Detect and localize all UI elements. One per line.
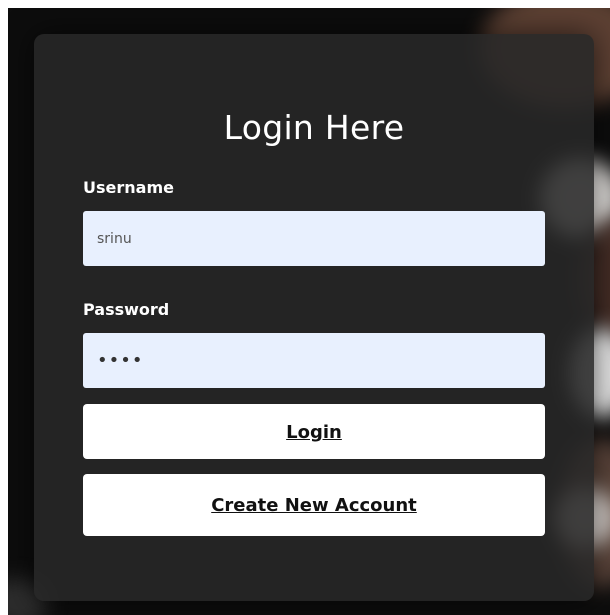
page-background: Login Here Username Password Login Creat… xyxy=(8,8,610,615)
login-button[interactable]: Login xyxy=(83,404,545,459)
username-input[interactable] xyxy=(83,211,545,266)
login-card: Login Here Username Password Login Creat… xyxy=(34,34,594,601)
username-label: Username xyxy=(83,178,174,197)
create-account-button[interactable]: Create New Account xyxy=(83,474,545,536)
password-input[interactable] xyxy=(83,333,545,388)
password-label: Password xyxy=(83,300,170,319)
login-title: Login Here xyxy=(223,108,405,147)
